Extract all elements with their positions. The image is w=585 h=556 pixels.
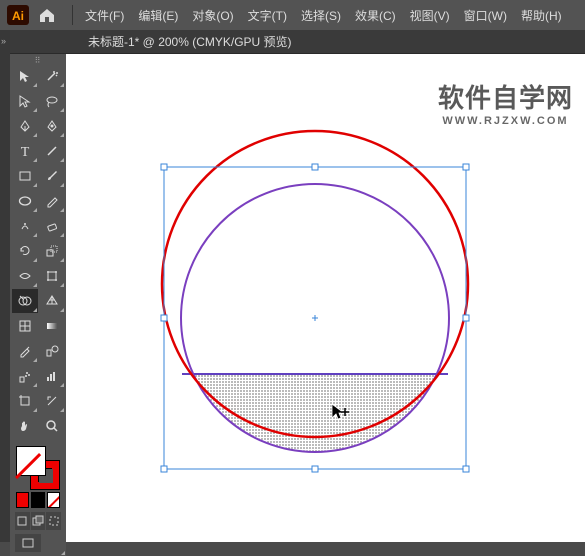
eyedropper-tool[interactable] — [12, 339, 38, 363]
pen-tool[interactable] — [12, 114, 38, 138]
home-icon[interactable] — [34, 3, 60, 27]
mesh-tool[interactable] — [12, 314, 38, 338]
canvas[interactable]: 软件自学网 WWW.RJZXW.COM — [66, 54, 585, 542]
document-tab-bar: 未标题-1* @ 200% (CMYK/GPU 预览) — [0, 30, 585, 54]
selection-tool[interactable] — [12, 64, 38, 88]
zoom-tool[interactable] — [39, 414, 65, 438]
symbol-sprayer-tool[interactable] — [12, 364, 38, 388]
artboard-tool[interactable] — [12, 389, 38, 413]
svg-text:Ai: Ai — [12, 9, 24, 23]
screen-mode-button[interactable] — [15, 534, 41, 552]
artwork-svg — [66, 54, 585, 542]
draw-behind[interactable] — [31, 512, 46, 530]
menu-bar: Ai 文件(F) 编辑(E) 对象(O) 文字(T) 选择(S) 效果(C) 视… — [0, 0, 585, 30]
width-tool[interactable] — [12, 264, 38, 288]
menu-view[interactable]: 视图(V) — [404, 3, 456, 28]
rotate-tool[interactable] — [12, 239, 38, 263]
color-mode-none[interactable] — [47, 492, 60, 508]
brush-tool[interactable] — [39, 164, 65, 188]
line-tool[interactable] — [39, 139, 65, 163]
document-tab[interactable]: 未标题-1* @ 200% (CMYK/GPU 预览) — [80, 31, 300, 52]
hand-tool[interactable] — [12, 414, 38, 438]
perspective-tool[interactable] — [39, 289, 65, 313]
svg-text:T: T — [21, 145, 30, 158]
color-mode-row — [14, 492, 62, 508]
draw-normal[interactable] — [15, 512, 30, 530]
menu-select[interactable]: 选择(S) — [295, 3, 347, 28]
tools-panel: ⠿ T — [10, 54, 66, 556]
shaper-tool[interactable] — [12, 214, 38, 238]
scale-tool[interactable] — [39, 239, 65, 263]
direct-selection-tool[interactable] — [12, 89, 38, 113]
curvature-tool[interactable] — [39, 114, 65, 138]
shape-builder-tool[interactable] — [12, 289, 38, 313]
menu-object[interactable]: 对象(O) — [186, 3, 239, 28]
rectangle-tool[interactable] — [12, 164, 38, 188]
lasso-tool[interactable] — [39, 89, 65, 113]
menu-window[interactable]: 窗口(W) — [458, 3, 513, 28]
ellipse-tool[interactable] — [12, 189, 38, 213]
pencil-tool[interactable] — [39, 189, 65, 213]
fill-stroke-swatch[interactable] — [16, 446, 60, 490]
fill-swatch[interactable] — [16, 446, 46, 476]
type-tool[interactable]: T — [12, 139, 38, 163]
collapse-chevron-icon[interactable]: » — [1, 36, 10, 46]
app-logo: Ai — [4, 3, 32, 27]
menu-file[interactable]: 文件(F) — [79, 3, 130, 28]
screen-mode-row — [14, 534, 62, 552]
tools-panel-grip[interactable]: ⠿ — [12, 56, 64, 64]
graph-tool[interactable] — [39, 364, 65, 388]
color-mode-color[interactable] — [16, 492, 29, 508]
shape-builder-highlight — [166, 374, 466, 474]
free-transform-tool[interactable] — [39, 264, 65, 288]
menu-effect[interactable]: 效果(C) — [349, 3, 402, 28]
menu-divider — [72, 5, 73, 25]
magic-wand-tool[interactable] — [39, 64, 65, 88]
menu-edit[interactable]: 编辑(E) — [132, 3, 184, 28]
blend-tool[interactable] — [39, 339, 65, 363]
gradient-tool[interactable] — [39, 314, 65, 338]
color-swatches — [12, 442, 64, 554]
color-mode-gradient[interactable] — [31, 492, 44, 508]
tools-grid: T — [12, 64, 64, 438]
panel-dock-strip: » — [0, 30, 10, 542]
menu-text[interactable]: 文字(T) — [242, 3, 293, 28]
slice-tool[interactable] — [39, 389, 65, 413]
draw-mode-row — [14, 512, 62, 530]
eraser-tool[interactable] — [39, 214, 65, 238]
draw-inside[interactable] — [46, 512, 61, 530]
menu-help[interactable]: 帮助(H) — [515, 3, 568, 28]
